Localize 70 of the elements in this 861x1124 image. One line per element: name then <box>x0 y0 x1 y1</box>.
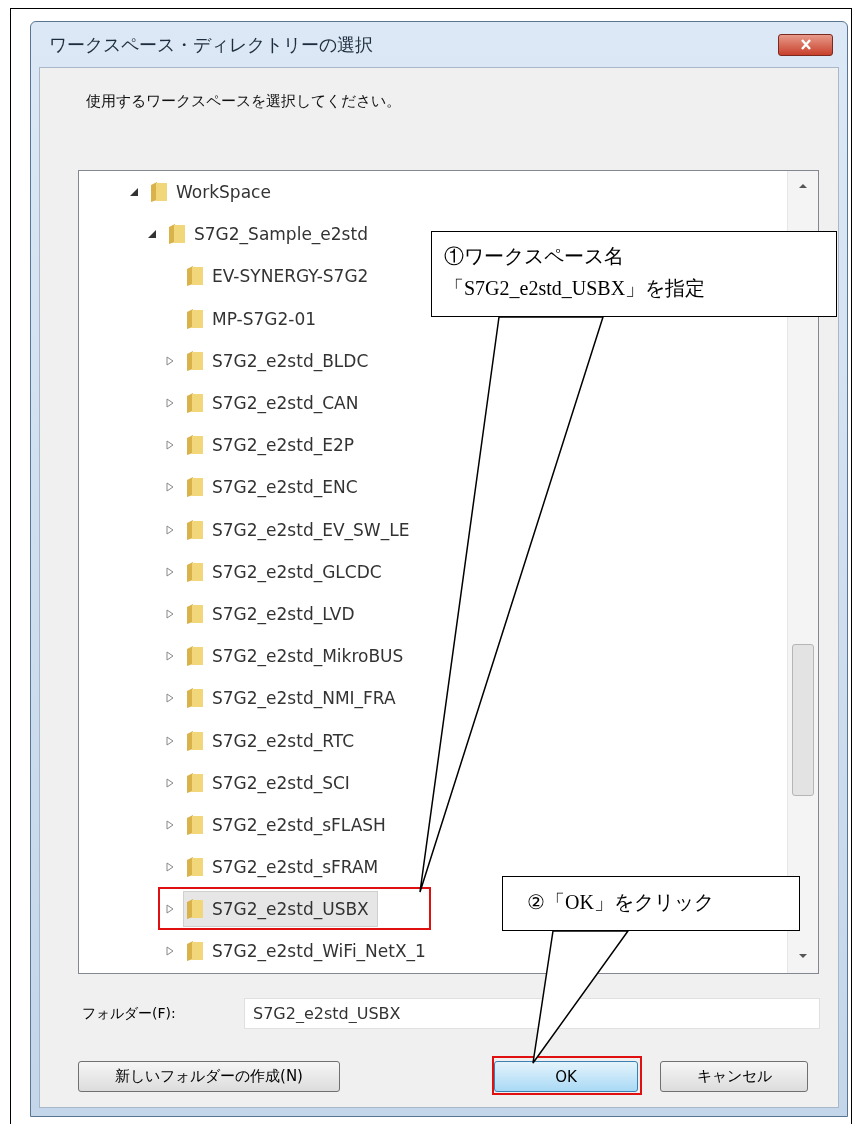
window-title: ワークスペース・ディレクトリーの選択 <box>49 32 373 57</box>
folder-icon <box>186 392 204 415</box>
collapsed-arrow-icon[interactable] <box>165 524 175 535</box>
folder-icon <box>168 223 186 246</box>
scroll-down-icon[interactable] <box>799 953 807 959</box>
folder-icon <box>186 940 204 963</box>
collapsed-arrow-icon[interactable] <box>165 735 175 746</box>
tree-item[interactable]: EV-SYNERGY-S7G2 <box>183 258 378 295</box>
cancel-button[interactable]: キャンセル <box>660 1061 808 1092</box>
tree-item[interactable]: S7G2_e2std_RTC <box>183 722 364 759</box>
tree-item[interactable]: S7G2_e2std_USBX <box>183 891 378 928</box>
collapsed-arrow-icon[interactable] <box>165 440 175 451</box>
folder-input[interactable]: S7G2_e2std_USBX <box>244 998 820 1029</box>
tree-item[interactable]: S7G2_e2std_NMI_FRA <box>183 680 405 717</box>
tree-item[interactable]: S7G2_e2std_LVD <box>183 595 364 632</box>
folder-icon <box>186 645 204 668</box>
close-button[interactable] <box>778 33 833 56</box>
tree-item[interactable]: S7G2_e2std_E2P <box>183 427 363 464</box>
callout-text: ②「OK」をクリック <box>527 890 715 915</box>
collapsed-arrow-icon[interactable] <box>165 398 175 409</box>
expanded-arrow-icon[interactable] <box>147 229 157 240</box>
scroll-up-icon[interactable] <box>799 183 807 189</box>
instruction-text: 使用するワークスペースを選択してください。 <box>85 91 402 112</box>
folder-icon <box>186 307 204 330</box>
folder-icon <box>186 265 204 288</box>
callout-text: 「S7G2_e2std_USBX」を指定 <box>444 276 707 301</box>
collapsed-arrow-icon[interactable] <box>165 608 175 619</box>
tree-item[interactable]: S7G2_e2std_EV_SW_LE <box>183 511 419 548</box>
expanded-arrow-icon[interactable] <box>129 187 139 198</box>
tree-item[interactable]: S7G2_e2std_MikroBUS <box>183 638 413 675</box>
tree-item[interactable]: S7G2_e2std_WiFi_NetX_1 <box>183 933 435 970</box>
folder-icon <box>186 898 204 921</box>
folder-icon <box>150 181 168 204</box>
callout-text: ①ワークスペース名 <box>444 244 625 269</box>
collapsed-arrow-icon[interactable] <box>165 777 175 788</box>
tree-item[interactable]: S7G2_e2std_sFLASH <box>183 806 395 843</box>
collapsed-arrow-icon[interactable] <box>165 904 175 915</box>
tree-item[interactable]: S7G2_e2std_ENC <box>183 469 367 506</box>
collapsed-arrow-icon[interactable] <box>165 355 175 366</box>
close-icon <box>798 39 813 50</box>
folder-icon <box>186 602 204 625</box>
folder-icon <box>186 729 204 752</box>
collapsed-arrow-icon[interactable] <box>165 862 175 873</box>
tree-item[interactable]: S7G2_e2std_CAN <box>183 385 368 422</box>
ok-button[interactable]: OK <box>494 1061 638 1092</box>
collapsed-arrow-icon[interactable] <box>165 482 175 493</box>
folder-icon <box>186 476 204 499</box>
folder-icon <box>186 434 204 457</box>
folder-icon <box>186 813 204 836</box>
collapsed-arrow-icon[interactable] <box>165 693 175 704</box>
folder-label: フォルダー(F): <box>81 1004 177 1023</box>
folder-icon <box>186 687 204 710</box>
tree-item[interactable]: S7G2_e2std_SCI <box>183 764 359 801</box>
folder-icon <box>186 518 204 541</box>
collapsed-arrow-icon[interactable] <box>165 566 175 577</box>
scroll-thumb[interactable] <box>792 644 814 796</box>
tree-item[interactable]: MP-S7G2-01 <box>183 300 326 337</box>
folder-icon <box>186 856 204 879</box>
tree-item[interactable]: S7G2_e2std_GLCDC <box>183 553 391 590</box>
tree-item[interactable]: S7G2_Sample_e2std <box>165 216 377 253</box>
tree-item[interactable]: S7G2_e2std_sFRAM <box>183 849 388 886</box>
tree-item[interactable]: WorkSpace <box>147 174 280 211</box>
new-folder-button[interactable]: 新しいフォルダーの作成(N) <box>78 1061 340 1092</box>
folder-icon <box>186 560 204 583</box>
folder-icon <box>186 349 204 372</box>
collapsed-arrow-icon[interactable] <box>165 651 175 662</box>
collapsed-arrow-icon[interactable] <box>165 946 175 957</box>
collapsed-arrow-icon[interactable] <box>165 819 175 830</box>
tree-item[interactable]: S7G2_e2std_BLDC <box>183 342 378 379</box>
folder-icon <box>186 771 204 794</box>
